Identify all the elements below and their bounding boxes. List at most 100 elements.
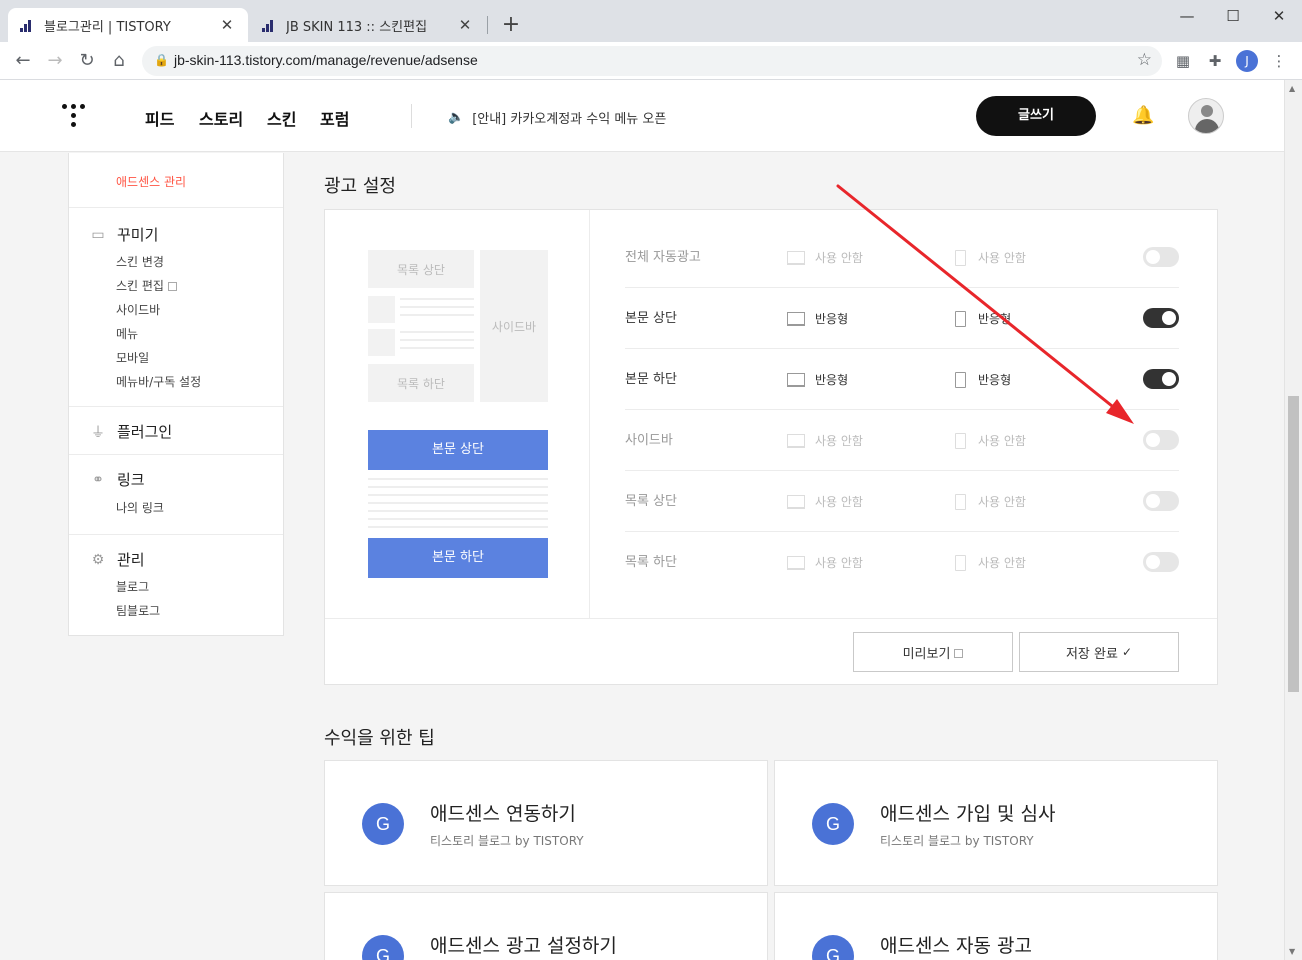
close-icon[interactable]: ✕ [218,16,236,34]
preview-button[interactable]: 미리보기 [853,632,1013,672]
ad-toggle-sidebar[interactable] [1143,430,1179,450]
nav-divider [411,104,412,128]
ad-toggle-body-top[interactable] [1143,308,1179,328]
ad-pc-option[interactable]: 반응형 [787,349,848,410]
qr-code-icon[interactable]: ▦ [1172,50,1194,72]
tistory-favicon [262,18,276,32]
mobile-icon [955,432,966,449]
back-arrow-icon[interactable]: ← [10,49,36,73]
save-button[interactable]: 저장 완료 ✓ [1019,632,1179,672]
ad-mobile-option[interactable]: 반응형 [955,349,1011,410]
ad-pc-option[interactable]: 사용 안함 [787,471,863,532]
sidebar-item-menu[interactable]: 메뉴 [116,325,138,342]
mobile-icon [955,310,966,327]
bell-icon[interactable]: 🔔 [1132,105,1154,126]
tips-title: 수익을 위한 팁 [324,728,435,749]
sidebar-item-blog[interactable]: 블로그 [116,578,149,595]
sidebar-item-sidebar[interactable]: 사이드바 [116,301,160,318]
ad-mobile-option[interactable]: 사용 안함 [955,471,1026,532]
ad-row-label: 사이드바 [625,433,673,448]
ad-mobile-option[interactable]: 사용 안함 [955,227,1026,288]
sidebar-item-skin-edit[interactable]: 스킨 편집 [116,277,177,294]
ad-pc-option[interactable]: 사용 안함 [787,410,863,471]
tip-card[interactable]: G 애드센스 가입 및 심사 티스토리 블로그 by TISTORY [774,760,1218,886]
nav-forum[interactable]: 포럼 [320,106,349,130]
user-avatar[interactable] [1188,98,1224,134]
ad-row-body-bottom: 본문 하단 반응형 반응형 [625,349,1179,410]
ad-mobile-option[interactable]: 반응형 [955,288,1011,349]
new-tab-button[interactable]: + [498,12,524,38]
desktop-icon [787,250,805,265]
window-close-button[interactable]: ✕ [1256,2,1302,30]
maximize-button[interactable]: ☐ [1210,2,1256,30]
notice-link[interactable]: 🔈 [안내] 카카오계정과 수익 메뉴 오픈 [448,108,666,127]
gear-icon: ⚙ [91,551,105,568]
tab-title: 블로그관리 | TISTORY [44,19,171,35]
sidebar-heading[interactable]: ▭ 꾸미기 [89,224,158,245]
extensions-puzzle-icon[interactable]: ✚ [1204,50,1226,72]
sidebar-item-mobile[interactable]: 모바일 [116,349,149,366]
tab-title: JB SKIN 113 :: 스킨편집 [286,19,428,35]
tistory-top-nav: 피드 스토리 스킨 포럼 🔈 [안내] 카카오계정과 수익 메뉴 오픈 글쓰기 … [0,80,1284,152]
write-button[interactable]: 글쓰기 [976,96,1096,136]
preview-thumb [368,329,395,356]
sidebar-heading[interactable]: ⏚ 플러그인 [89,421,172,442]
close-icon[interactable]: ✕ [456,16,474,34]
browser-tab[interactable]: JB SKIN 113 :: 스킨편집 ✕ [250,8,486,42]
desktop-icon [787,433,805,448]
page-scrollbar[interactable]: ▲ ▼ [1284,80,1302,960]
nav-feed[interactable]: 피드 [145,106,174,130]
minimize-button[interactable]: — [1164,2,1210,30]
nav-skin[interactable]: 스킨 [267,106,296,130]
sidebar-item-adsense[interactable]: 애드센스 관리 [116,173,186,190]
ad-row-list-bottom: 목록 하단 사용 안함 사용 안함 [625,532,1179,593]
ad-row-label: 전체 자동광고 [625,250,701,265]
url-text[interactable]: jb-skin-113.tistory.com/manage/revenue/a… [174,52,478,68]
ad-row-list-top: 목록 상단 사용 안함 사용 안함 [625,471,1179,532]
ad-pc-option[interactable]: 사용 안함 [787,532,863,593]
more-menu-icon[interactable]: ⋮ [1268,50,1290,72]
ad-toggle-list-bottom[interactable] [1143,552,1179,572]
sidebar-heading[interactable]: ⚙ 관리 [89,549,145,570]
tip-card[interactable]: G 애드센스 자동 광고 [774,892,1218,960]
ad-mobile-option[interactable]: 사용 안함 [955,410,1026,471]
desktop-icon [787,555,805,570]
external-link-icon [167,282,177,291]
tab-separator [487,16,488,34]
ad-pc-option[interactable]: 사용 안함 [787,227,863,288]
ad-toggle-list-top[interactable] [1143,491,1179,511]
tistory-logo-icon[interactable] [60,102,88,130]
mobile-icon [955,249,966,266]
scroll-down-icon[interactable]: ▼ [1289,947,1295,956]
forward-arrow-icon[interactable]: → [42,49,68,73]
sidebar-heading[interactable]: ⚭ 링크 [89,469,144,490]
sidebar-item-my-link[interactable]: 나의 링크 [116,499,164,516]
ad-settings-panel: 목록 상단 사이드바 목록 하단 본문 상단 본문 하단 전체 자동광고 사용 … [324,209,1218,685]
nav-story[interactable]: 스토리 [199,106,243,130]
ad-toggle-body-bottom[interactable] [1143,369,1179,389]
sidebar-item-team-blog[interactable]: 팀블로그 [116,602,160,619]
browser-toolbar: ← → ↻ ⌂ 🔒 jb-skin-113.tistory.com/manage… [0,42,1302,80]
ad-row-body-top: 본문 상단 반응형 반응형 [625,288,1179,349]
sidebar-item-skin-change[interactable]: 스킨 변경 [116,253,164,270]
mobile-icon [955,493,966,510]
tip-card[interactable]: G 애드센스 광고 설정하기 [324,892,768,960]
external-link-icon [954,648,964,658]
tip-source: 티스토리 블로그 by TISTORY [430,834,584,848]
tip-title: 애드센스 자동 광고 [880,935,1032,957]
reload-icon[interactable]: ↻ [74,49,100,73]
sidebar-section-manage: ⚙ 관리 블로그 팀블로그 [69,534,283,634]
ad-pc-option[interactable]: 반응형 [787,288,848,349]
scroll-up-icon[interactable]: ▲ [1289,84,1295,93]
tistory-favicon [20,18,34,32]
bookmark-star-icon[interactable]: ☆ [1137,50,1152,70]
browser-tab-active[interactable]: 블로그관리 | TISTORY ✕ [8,8,248,42]
ad-mobile-option[interactable]: 사용 안함 [955,532,1026,593]
address-bar[interactable]: 🔒 jb-skin-113.tistory.com/manage/revenue… [142,46,1162,76]
tip-card[interactable]: G 애드센스 연동하기 티스토리 블로그 by TISTORY [324,760,768,886]
profile-avatar[interactable]: J [1236,50,1258,72]
home-icon[interactable]: ⌂ [106,49,132,73]
ad-toggle-auto[interactable] [1143,247,1179,267]
sidebar-item-menubar[interactable]: 메뉴바/구독 설정 [116,373,201,390]
scrollbar-thumb[interactable] [1288,396,1299,692]
